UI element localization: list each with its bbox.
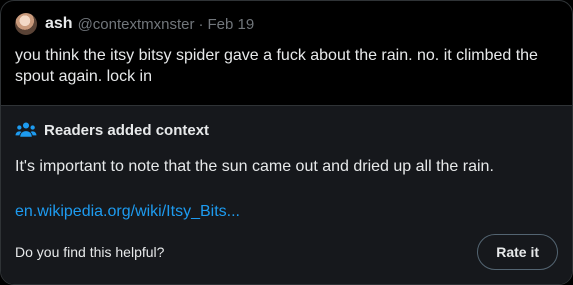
author-handle[interactable]: @contextmxnster	[78, 16, 195, 33]
post-card[interactable]: ash @contextmxnster · Feb 19 you think t…	[0, 0, 573, 285]
community-note: Readers added context It's important to …	[1, 105, 572, 284]
avatar[interactable]	[15, 13, 37, 35]
helpful-prompt: Do you find this helpful?	[15, 244, 165, 260]
community-note-title: Readers added context	[44, 121, 210, 139]
post-date[interactable]: Feb 19	[208, 16, 255, 33]
post-text: you think the itsy bitsy spider gave a f…	[15, 47, 538, 85]
separator-dot: ·	[198, 15, 204, 33]
community-note-text: It's important to note that the sun came…	[15, 158, 494, 175]
people-icon	[15, 122, 37, 137]
post-body: ash @contextmxnster · Feb 19 you think t…	[1, 1, 572, 91]
author-name[interactable]: ash	[45, 15, 73, 33]
community-note-header: Readers added context	[15, 120, 558, 140]
post-header: ash @contextmxnster · Feb 19	[15, 13, 558, 35]
rating-footer: Do you find this helpful? Rate it	[15, 234, 558, 270]
rate-it-button[interactable]: Rate it	[477, 234, 558, 270]
source-link[interactable]: en.wikipedia.org/wiki/Itsy_Bits...	[15, 202, 558, 222]
